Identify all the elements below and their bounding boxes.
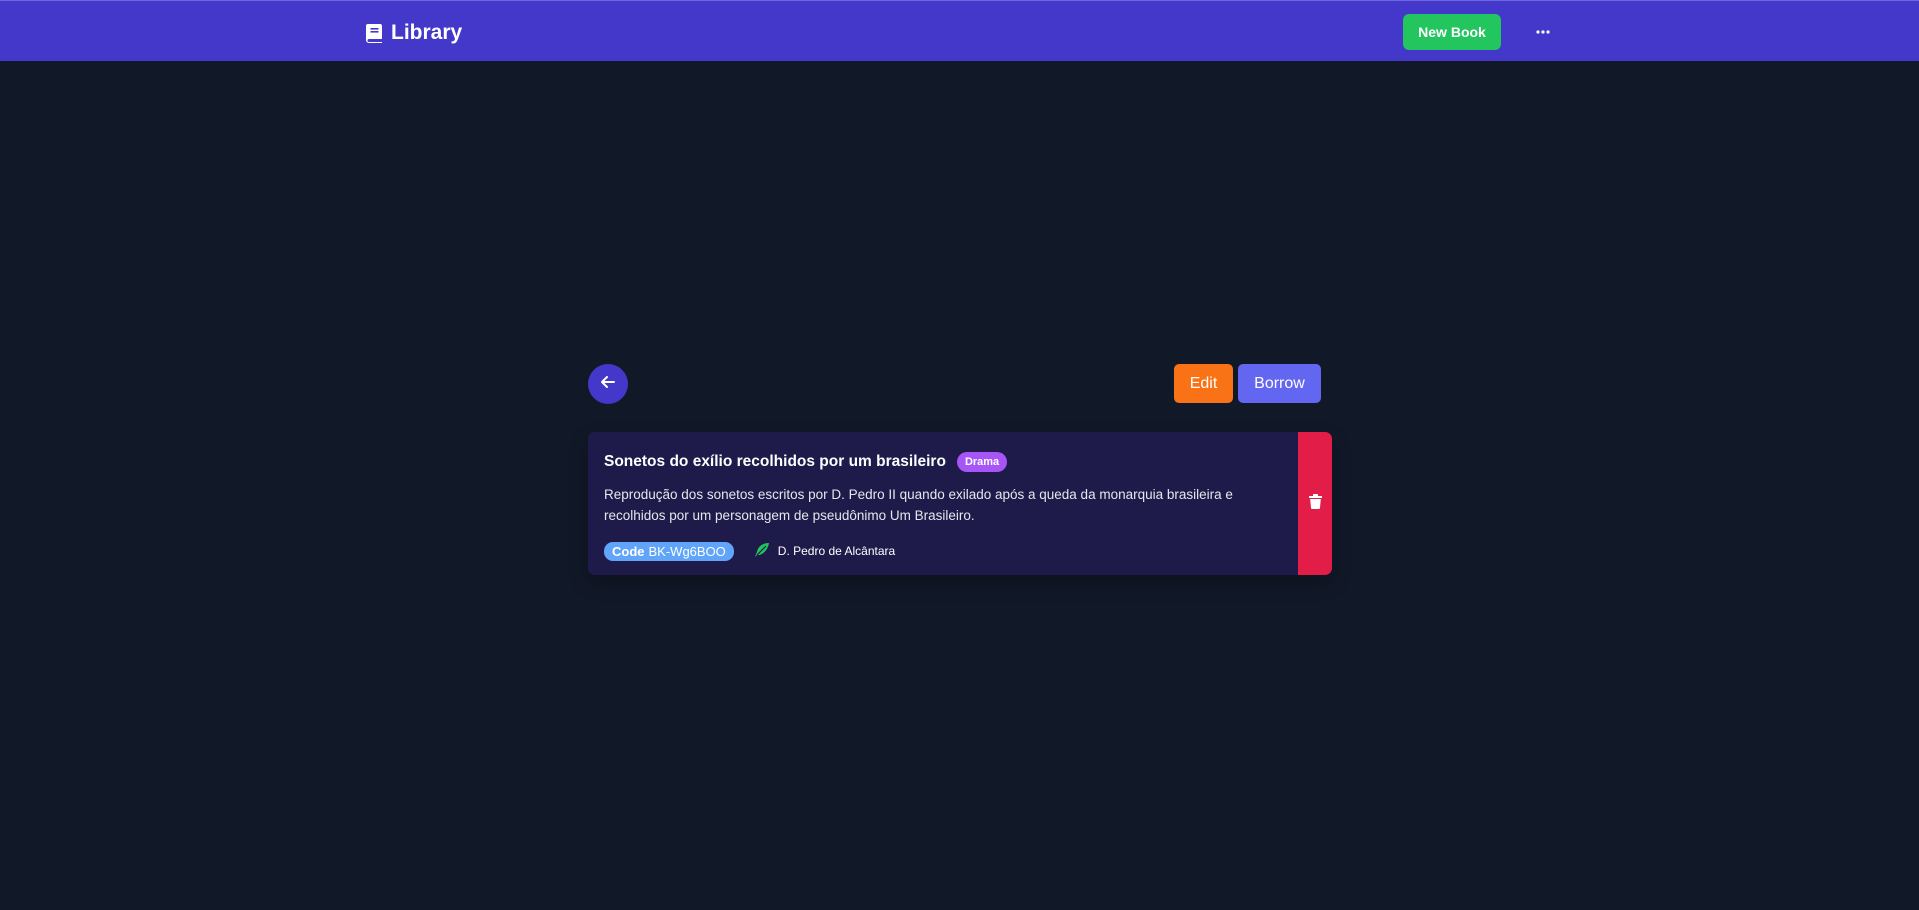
- back-button[interactable]: [588, 364, 628, 404]
- borrow-button[interactable]: Borrow: [1238, 364, 1321, 403]
- book-description: Reprodução dos sonetos escritos por D. P…: [604, 487, 1233, 523]
- code-value: BK-Wg6BOO: [648, 543, 726, 559]
- code-label: Code: [612, 543, 645, 559]
- ellipsis-icon[interactable]: [1528, 21, 1558, 43]
- top-navbar: Library New Book: [0, 0, 1919, 61]
- code-badge: Code BK-Wg6BOO: [604, 541, 734, 561]
- book-title: Sonetos do exílio recolhidos por um bras…: [604, 453, 946, 470]
- feather-icon: [754, 542, 770, 561]
- brand-label: Library: [391, 21, 463, 44]
- author-name: D. Pedro de Alcântara: [777, 544, 896, 558]
- title-row: Sonetos do exílio recolhidos por um bras…: [604, 450, 1294, 474]
- trash-icon: [1308, 493, 1322, 514]
- arrow-left-icon: [601, 375, 615, 393]
- book-card: Sonetos do exílio recolhidos por um bras…: [588, 432, 1332, 575]
- author: D. Pedro de Alcântara: [754, 542, 895, 561]
- new-book-button[interactable]: New Book: [1403, 14, 1501, 50]
- book-card-body: Sonetos do exílio recolhidos por um bras…: [604, 450, 1294, 561]
- book-meta: Code BK-Wg6BOO D. Pedro de Alcântara: [604, 541, 1294, 561]
- book-icon: [366, 23, 382, 43]
- edit-button[interactable]: Edit: [1174, 364, 1233, 403]
- genre-badge: Drama: [956, 452, 1008, 472]
- brand-link[interactable]: Library: [366, 20, 462, 46]
- delete-button[interactable]: [1298, 432, 1332, 575]
